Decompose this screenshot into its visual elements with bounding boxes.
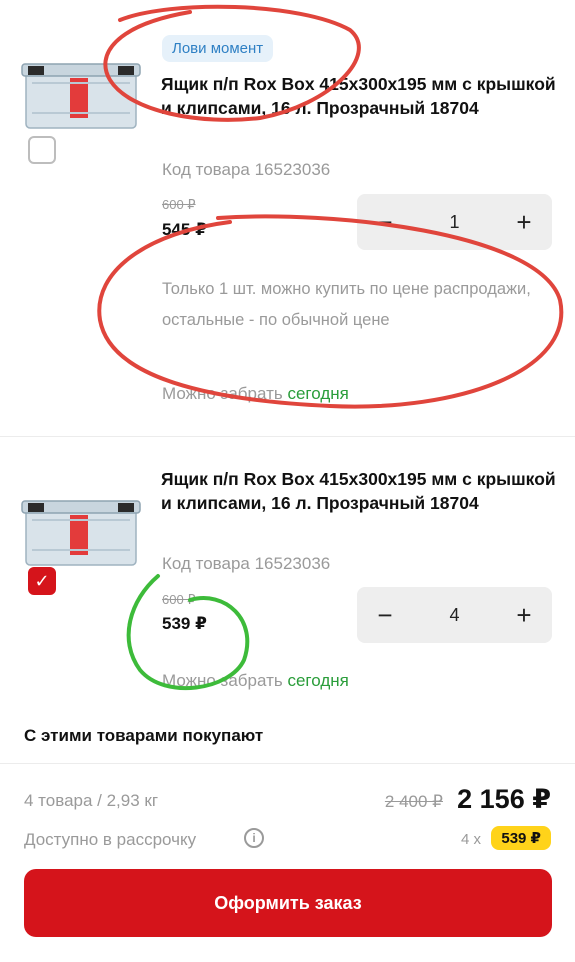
product-sku: Код товара 16523036 xyxy=(162,554,331,573)
select-checkbox[interactable]: ✓ xyxy=(28,567,56,595)
cart-item: Лови момент Ящик п/п Rox Box 415x300x195… xyxy=(0,0,575,436)
order-summary: 4 товара / 2,93 кг 2 400 ₽ 2 156 ₽ Досту… xyxy=(0,763,575,962)
select-checkbox[interactable] xyxy=(28,136,56,164)
installment-label: Доступно в рассрочку xyxy=(24,830,197,849)
quantity-stepper: − 1 + xyxy=(357,194,552,250)
product-image[interactable] xyxy=(20,489,142,571)
pickup-label: Можно забрать xyxy=(162,384,283,403)
installment-multiplier: 4 х xyxy=(460,831,481,848)
also-bought-heading: С этими товарами покупают xyxy=(24,726,264,745)
product-title[interactable]: Ящик п/п Rox Box 415x300x195 мм с крышко… xyxy=(161,72,556,120)
price: 545 ₽ xyxy=(162,220,207,239)
pickup-label: Можно забрать xyxy=(162,671,283,690)
checkout-button[interactable]: Оформить заказ xyxy=(24,869,552,937)
old-price: 600 ₽ xyxy=(162,197,196,212)
increase-button[interactable]: + xyxy=(496,587,552,643)
product-title[interactable]: Ящик п/п Rox Box 415x300x195 мм с крышко… xyxy=(161,467,556,515)
quantity-value: 4 xyxy=(449,605,460,625)
product-image[interactable] xyxy=(20,52,142,134)
price: 539 ₽ xyxy=(162,614,207,633)
sale-limit-note: Только 1 шт. можно купить по цене распро… xyxy=(162,280,531,329)
pickup-when: сегодня xyxy=(287,384,349,403)
info-icon[interactable]: i xyxy=(244,828,264,848)
cart-item: ✓ Ящик п/п Rox Box 415x300x195 мм с крыш… xyxy=(0,436,575,705)
pickup-info: Можно забрать сегодня xyxy=(162,671,349,691)
old-total: 2 400 ₽ xyxy=(384,792,443,811)
pickup-info: Можно забрать сегодня xyxy=(162,384,349,404)
total-price: 2 156 ₽ xyxy=(457,784,551,814)
quantity-value: 1 xyxy=(449,212,460,232)
decrease-button[interactable]: − xyxy=(357,587,413,643)
check-icon: ✓ xyxy=(34,571,50,591)
decrease-button[interactable]: − xyxy=(357,194,413,250)
installment-amount: 539 ₽ xyxy=(491,826,551,850)
product-sku: Код товара 16523036 xyxy=(162,160,331,179)
old-price: 600 ₽ xyxy=(162,592,196,607)
items-count-weight: 4 товара / 2,93 кг xyxy=(24,791,159,810)
promo-badge: Лови момент xyxy=(162,35,274,62)
pickup-when: сегодня xyxy=(287,671,349,690)
increase-button[interactable]: + xyxy=(496,194,552,250)
quantity-stepper: − 4 + xyxy=(357,587,552,643)
